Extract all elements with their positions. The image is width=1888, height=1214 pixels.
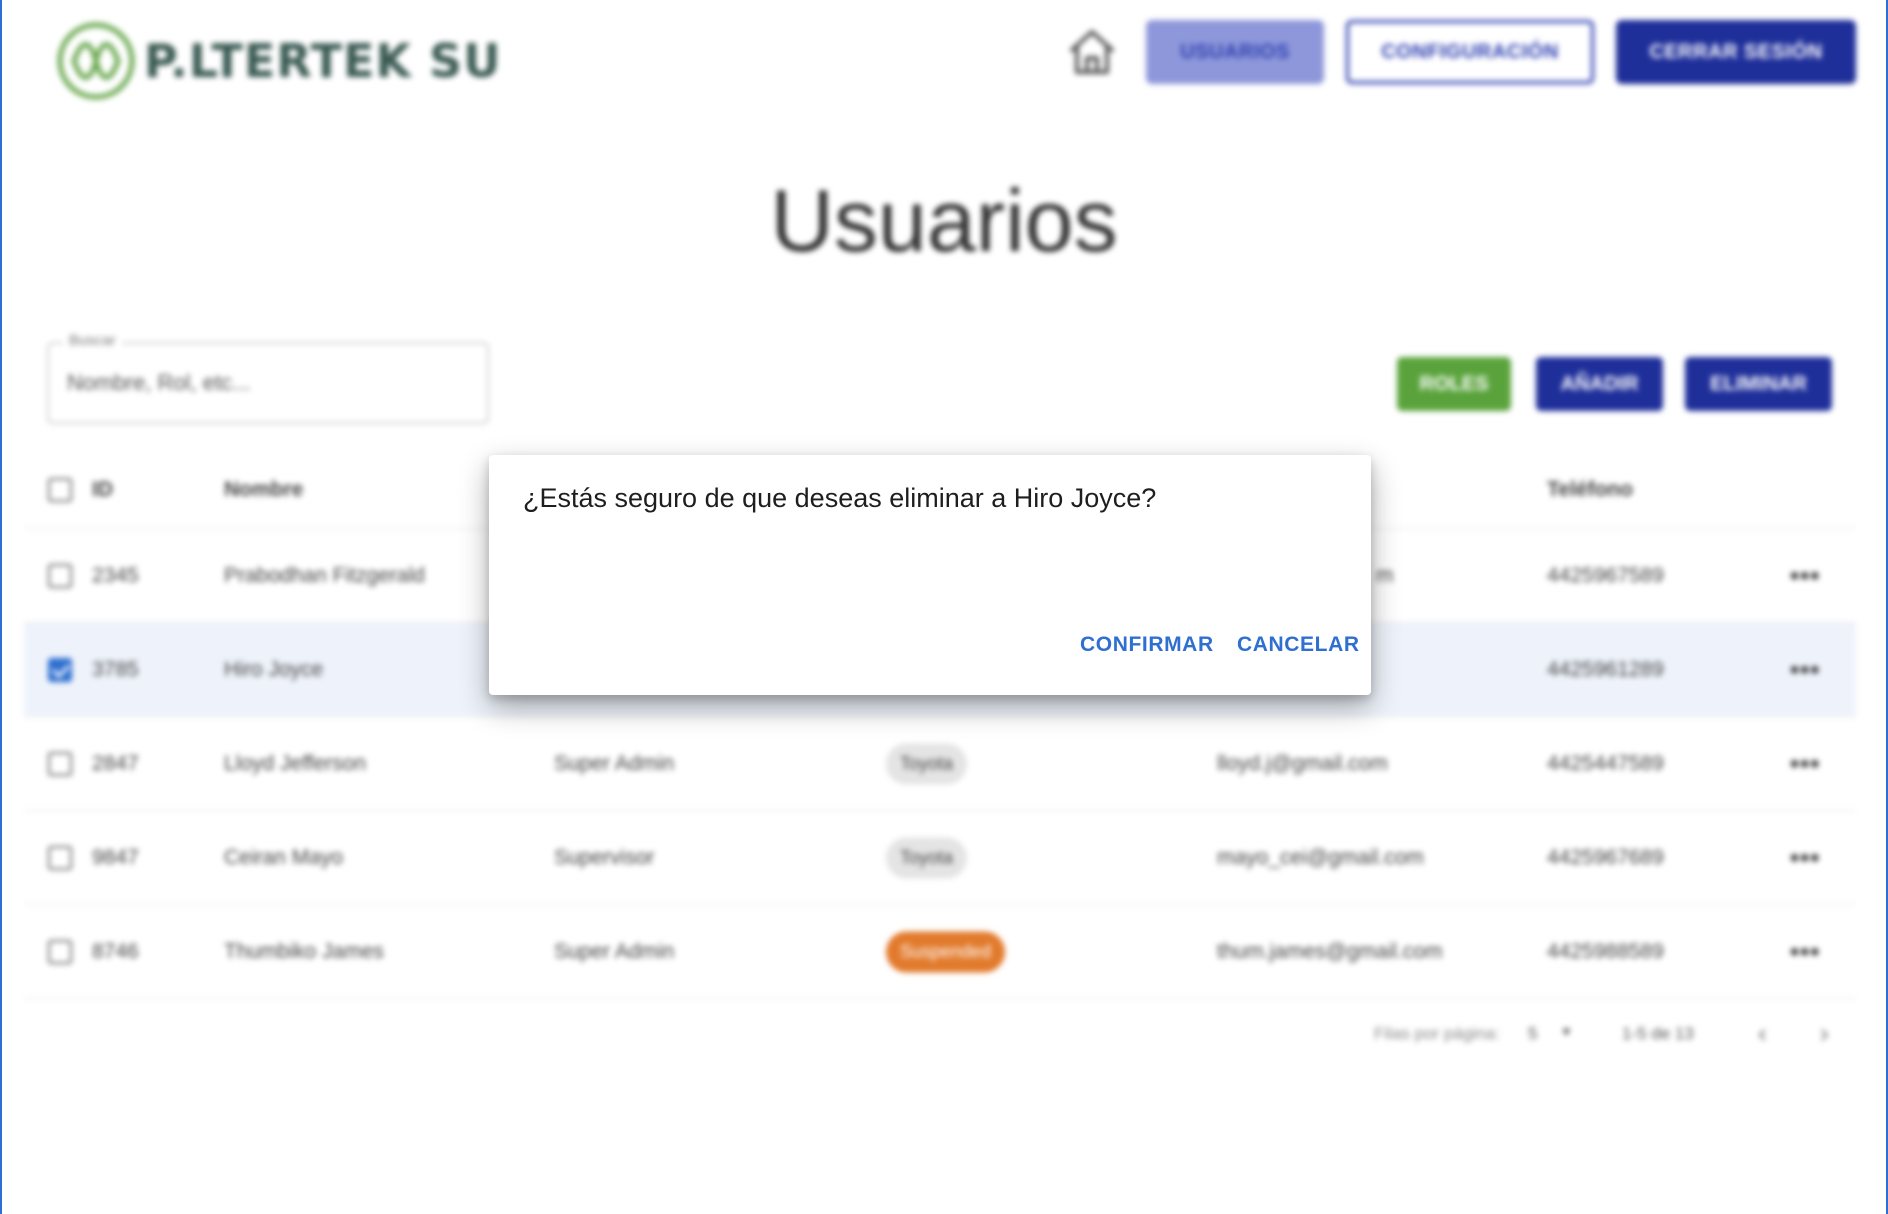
cell-id: 3785 xyxy=(92,657,139,681)
delete-user-button[interactable]: ELIMINAR xyxy=(1685,357,1832,411)
more-horizontal-icon[interactable]: ••• xyxy=(1790,654,1820,685)
cell-phone: 4425967689 xyxy=(1547,845,1664,869)
add-user-button[interactable]: AÑADIR xyxy=(1536,357,1663,411)
home-icon xyxy=(1070,30,1114,74)
row-checkbox[interactable] xyxy=(48,751,72,776)
search-input[interactable] xyxy=(65,364,469,402)
table-row[interactable]: 2847 Lloyd Jefferson Super Admin Toyota … xyxy=(24,717,1856,811)
nav-configuracion-button[interactable]: CONFIGURACIÓN xyxy=(1346,20,1594,84)
cell-phone: 4425967589 xyxy=(1547,563,1664,587)
status-badge: Toyota xyxy=(886,837,968,878)
search-label: Buscar xyxy=(63,332,122,349)
status-badge-suspended: Suspended xyxy=(886,931,1006,972)
cell-phone: 4425961289 xyxy=(1547,657,1664,681)
table-row[interactable]: 9847 Ceiran Mayo Supervisor Toyota mayo_… xyxy=(24,811,1856,905)
row-checkbox[interactable] xyxy=(48,845,72,870)
pagination: Filas por página: 5 ▼ 1-5 de 13 ‹ › xyxy=(1370,1014,1850,1054)
cell-role: Supervisor xyxy=(554,845,655,869)
cell-name: Ceiran Mayo xyxy=(224,845,344,869)
cell-name: Thumbiko James xyxy=(224,939,384,963)
more-horizontal-icon[interactable]: ••• xyxy=(1790,842,1820,873)
row-checkbox[interactable] xyxy=(48,563,72,588)
table-row[interactable]: 8746 Thumbiko James Super Admin Suspende… xyxy=(24,905,1856,999)
home-button[interactable] xyxy=(1066,26,1118,78)
column-header-id[interactable]: ID xyxy=(92,478,113,502)
logo: P.LTERTEK SU xyxy=(56,20,502,102)
cancel-button[interactable]: CANCELAR xyxy=(1237,633,1360,657)
cell-email: lloyd.j@gmail.com xyxy=(1217,751,1388,775)
search-field[interactable]: Buscar xyxy=(47,332,489,424)
row-checkbox[interactable] xyxy=(48,939,72,964)
logout-button[interactable]: CERRAR SESIÓN xyxy=(1616,20,1856,84)
window-border-left xyxy=(0,0,2,1214)
logo-mark-icon xyxy=(57,22,135,100)
chevron-right-icon[interactable]: › xyxy=(1820,1018,1829,1049)
cell-id: 2847 xyxy=(92,751,139,775)
rows-per-page-select[interactable]: 5 xyxy=(1528,1024,1537,1044)
cell-name: Prabodhan Fitzgerald xyxy=(224,563,425,587)
cell-id: 9847 xyxy=(92,845,139,869)
cell-phone: 4425447589 xyxy=(1547,751,1664,775)
row-checkbox[interactable] xyxy=(48,657,72,682)
nav-usuarios-button[interactable]: USUARIOS xyxy=(1146,20,1324,84)
cell-phone: 4425988589 xyxy=(1547,939,1664,963)
cell-id: 2345 xyxy=(92,563,139,587)
column-header-phone[interactable]: Teléfono xyxy=(1547,478,1633,502)
cell-role: Super Admin xyxy=(554,751,675,775)
roles-button[interactable]: ROLES xyxy=(1397,357,1511,411)
logo-text: P.LTERTEK SU xyxy=(144,34,502,88)
cell-role: Super Admin xyxy=(554,939,675,963)
confirm-delete-dialog: ¿Estás seguro de que deseas eliminar a H… xyxy=(489,455,1371,695)
cell-name: Lloyd Jefferson xyxy=(224,751,367,775)
more-horizontal-icon[interactable]: ••• xyxy=(1790,560,1820,591)
caret-down-icon[interactable]: ▼ xyxy=(1560,1024,1573,1039)
more-horizontal-icon[interactable]: ••• xyxy=(1790,748,1820,779)
status-badge: Toyota xyxy=(886,743,968,784)
column-header-name[interactable]: Nombre xyxy=(224,478,303,502)
chevron-left-icon[interactable]: ‹ xyxy=(1758,1018,1767,1049)
page-range: 1-5 de 13 xyxy=(1622,1024,1694,1043)
cell-email: thum.james@gmail.com xyxy=(1217,939,1443,963)
more-horizontal-icon[interactable]: ••• xyxy=(1790,936,1820,967)
select-all-checkbox[interactable] xyxy=(48,478,72,502)
cell-id: 8746 xyxy=(92,939,139,963)
cell-name: Hiro Joyce xyxy=(224,657,324,681)
confirm-button[interactable]: CONFIRMAR xyxy=(1080,633,1214,657)
cell-email: mayo_cei@gmail.com xyxy=(1217,845,1424,869)
cell-email: m xyxy=(1376,563,1394,587)
page-title: Usuarios xyxy=(770,171,1118,270)
dialog-message: ¿Estás seguro de que deseas eliminar a H… xyxy=(523,483,1157,513)
rows-per-page-label: Filas por página: xyxy=(1374,1024,1500,1043)
